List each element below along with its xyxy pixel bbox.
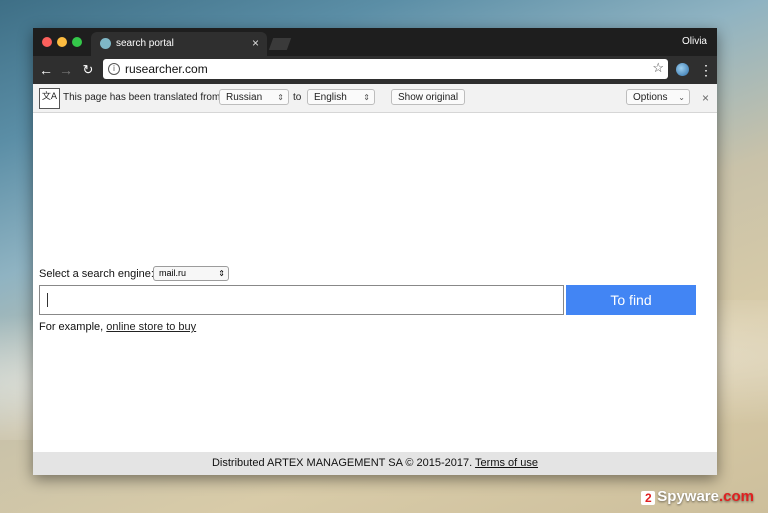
browser-window: search portal × Olivia ← → ↻ i rusearche… bbox=[33, 28, 717, 475]
text-caret bbox=[47, 293, 48, 307]
forward-arrow-icon[interactable]: → bbox=[57, 60, 75, 80]
select-arrows-icon: ⇕ bbox=[363, 93, 370, 102]
close-translate-bar-icon[interactable]: × bbox=[702, 91, 709, 105]
url-text: rusearcher.com bbox=[125, 62, 208, 76]
chevron-down-icon: ⌄ bbox=[678, 93, 685, 102]
back-arrow-icon[interactable]: ← bbox=[37, 60, 55, 80]
example-line: For example, online store to buy bbox=[39, 321, 196, 333]
example-link[interactable]: online store to buy bbox=[106, 321, 196, 333]
options-select[interactable]: Options ⌄ bbox=[626, 89, 690, 105]
target-language-select[interactable]: English ⇕ bbox=[307, 89, 375, 105]
footer-text: Distributed ARTEX MANAGEMENT SA © 2015-2… bbox=[211, 457, 473, 469]
source-language-value: Russian bbox=[226, 92, 263, 103]
footer: Distributed ARTEX MANAGEMENT SA © 2015-2… bbox=[33, 452, 717, 475]
select-arrows-icon: ⇕ bbox=[218, 269, 225, 278]
find-button[interactable]: To find bbox=[566, 285, 696, 315]
menu-kebab-icon[interactable]: ⋮ bbox=[699, 60, 713, 80]
search-engine-select[interactable]: mail.ru ⇕ bbox=[153, 266, 229, 281]
options-label: Options bbox=[633, 92, 668, 103]
address-bar[interactable]: i rusearcher.com ☆ bbox=[103, 59, 668, 79]
maximize-window-button[interactable] bbox=[72, 37, 82, 47]
example-prefix: For example, bbox=[39, 321, 104, 333]
title-bar: search portal × Olivia bbox=[33, 28, 717, 56]
tab-close-icon[interactable]: × bbox=[252, 36, 259, 50]
bookmark-star-icon[interactable]: ☆ bbox=[652, 60, 664, 76]
watermark-logo-icon: 2 bbox=[641, 491, 656, 505]
to-text: to bbox=[293, 92, 302, 103]
source-language-select[interactable]: Russian ⇕ bbox=[219, 89, 289, 105]
extension-globe-icon[interactable] bbox=[676, 63, 689, 76]
close-window-button[interactable] bbox=[42, 37, 52, 47]
translated-from-text: This page has been translated from bbox=[63, 92, 221, 103]
new-tab-button[interactable] bbox=[268, 38, 292, 50]
minimize-window-button[interactable] bbox=[57, 37, 67, 47]
info-icon[interactable]: i bbox=[108, 63, 120, 75]
translate-icon: 文A bbox=[39, 88, 60, 109]
tab-search-portal[interactable]: search portal × bbox=[91, 32, 267, 56]
tab-favicon-icon bbox=[100, 38, 111, 49]
profile-name[interactable]: Olivia bbox=[682, 36, 707, 47]
watermark: 2 Spyware.com bbox=[641, 488, 754, 505]
watermark-suffix: .com bbox=[718, 488, 754, 505]
watermark-text: Spyware bbox=[657, 488, 719, 505]
tab-title: search portal bbox=[116, 38, 174, 49]
search-engine-value: mail.ru bbox=[159, 268, 187, 278]
reload-icon[interactable]: ↻ bbox=[79, 60, 97, 80]
page-content: Select a search engine: mail.ru ⇕ To fin… bbox=[33, 113, 717, 452]
terms-of-use-link[interactable]: Terms of use bbox=[475, 457, 538, 469]
engine-label: Select a search engine: bbox=[39, 268, 154, 280]
browser-toolbar: ← → ↻ i rusearcher.com ☆ ⋮ bbox=[33, 56, 717, 84]
target-language-value: English bbox=[314, 92, 347, 103]
select-arrows-icon: ⇕ bbox=[277, 93, 284, 102]
show-original-button[interactable]: Show original bbox=[391, 89, 466, 105]
search-input[interactable] bbox=[39, 285, 564, 315]
translate-bar: 文A This page has been translated from Ru… bbox=[33, 84, 717, 113]
